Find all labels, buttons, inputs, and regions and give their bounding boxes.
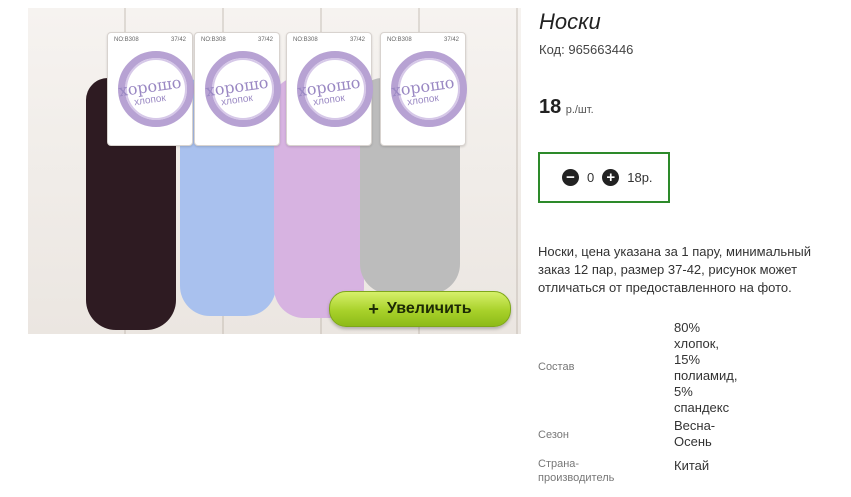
spec-row-season: Сезон Весна- Осень <box>538 416 843 454</box>
card-size: 37/42 <box>170 37 186 43</box>
card-code: NO:B308 <box>114 37 139 43</box>
minus-circle-icon[interactable]: − <box>562 169 579 186</box>
spec-value: Весна- Осень <box>674 418 716 449</box>
quantity-value[interactable]: 0 <box>587 170 594 185</box>
spec-label: Страна- производитель <box>538 458 615 484</box>
product-description: Носки, цена указана за 1 пару, минимальн… <box>538 244 811 295</box>
spec-row-country: Страна- производитель Китай <box>538 454 843 488</box>
specs-table: Состав 80% хлопок, 15% полиамид, 5% спан… <box>538 318 843 488</box>
card-size: 37/42 <box>257 37 273 43</box>
quantity-total: 18р. <box>627 170 653 185</box>
price-value: 18 <box>539 96 562 118</box>
price-unit: р./шт. <box>565 104 594 116</box>
package-card: NO:B308 37/42 хорошо хлопок <box>194 32 281 146</box>
zoom-button[interactable]: + Увеличить <box>329 291 511 327</box>
quantity-stepper: − 0 + 18р. <box>538 152 670 203</box>
card-code: NO:B308 <box>387 37 412 43</box>
product-code-value: 965663446 <box>568 42 634 57</box>
zoom-button-label: Увеличить <box>386 300 472 317</box>
package-card: NO:B308 37/42 хорошо хлопок <box>286 32 373 146</box>
product-price: 18 р./шт. <box>539 96 594 119</box>
spec-value: Китай <box>674 458 710 473</box>
spec-label: Состав <box>538 361 575 373</box>
product-code: Код: 965663446 <box>539 42 633 57</box>
package-card: NO:B308 37/42 хорошо хлопок <box>107 32 194 146</box>
spec-value: 80% хлопок, 15% полиамид, 5% спандекс <box>674 320 738 415</box>
package-card: NO:B308 37/42 хорошо хлопок <box>380 32 467 146</box>
card-size: 37/42 <box>443 37 459 43</box>
product-title: Носки <box>539 9 601 34</box>
spec-row-composition: Состав 80% хлопок, 15% полиамид, 5% спан… <box>538 318 843 416</box>
card-code: NO:B308 <box>201 37 226 43</box>
product-code-label: Код: <box>539 42 565 57</box>
product-image[interactable]: NO:B308 37/42 хорошо хлопок NO:B308 37/42 … <box>28 8 521 334</box>
card-code: NO:B308 <box>293 37 318 43</box>
spec-label: Сезон <box>538 429 569 441</box>
plus-circle-icon[interactable]: + <box>602 169 620 186</box>
card-size: 37/42 <box>349 37 365 43</box>
zoom-plus-icon: + <box>368 298 379 319</box>
